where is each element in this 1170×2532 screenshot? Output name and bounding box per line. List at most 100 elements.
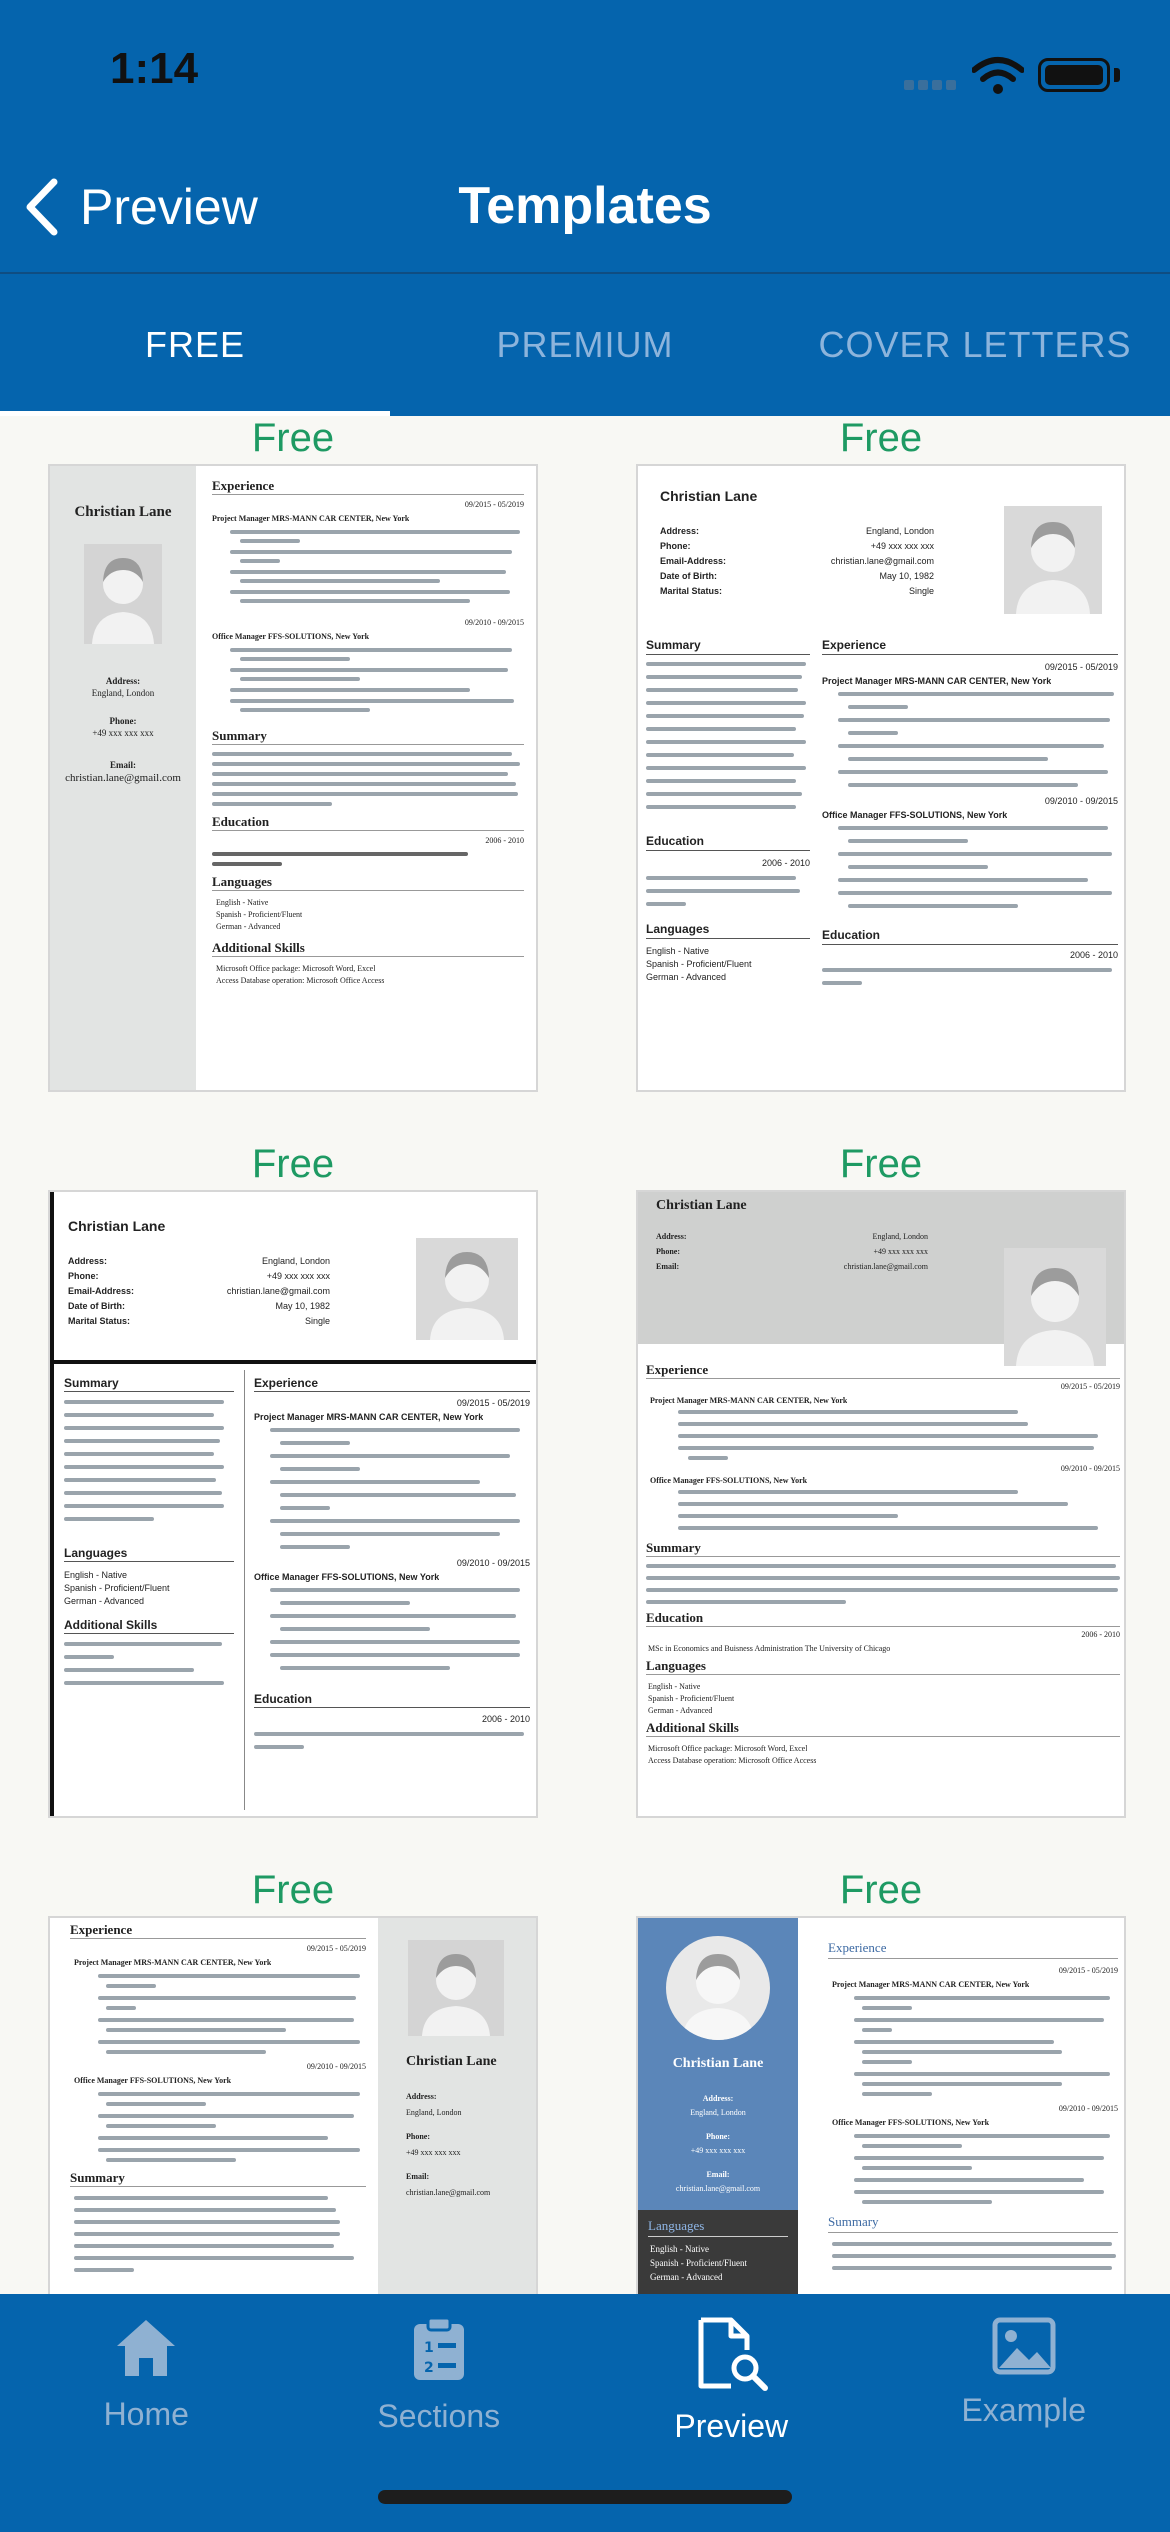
info-value: May 10, 1982 <box>275 1301 330 1311</box>
avatar <box>1004 1248 1106 1366</box>
text-line <box>862 2050 1062 2054</box>
avatar <box>666 1936 770 2040</box>
text-line <box>646 753 794 757</box>
text-line <box>646 1600 846 1604</box>
info-label: Marital Status: <box>660 586 723 596</box>
info-value: England, London <box>690 2108 746 2117</box>
job-title: Project Manager MRS-MANN CAR CENTER, New… <box>74 1958 272 1967</box>
job-title: Office Manager FFS-SOLUTIONS, New York <box>212 632 370 641</box>
bottom-nav-example[interactable]: Example <box>878 2294 1170 2474</box>
job-title: Office Manager FFS-SOLUTIONS, New York <box>74 2076 232 2085</box>
bottom-nav-home[interactable]: Home <box>0 2294 293 2474</box>
edu-dates: 2006 - 2010 <box>481 1714 530 1724</box>
svg-text:1: 1 <box>424 2340 434 2356</box>
text-line <box>280 1666 450 1670</box>
info-label: Email-Address: <box>68 1286 135 1296</box>
info-label: Phone: <box>68 1271 99 1281</box>
svg-text:2: 2 <box>424 2360 434 2376</box>
tab-premium[interactable]: PREMIUM <box>390 274 780 416</box>
text-line <box>230 530 520 534</box>
text-line <box>854 2134 1110 2138</box>
text-line <box>832 2254 1116 2258</box>
text-line <box>64 1426 224 1430</box>
text-line <box>230 648 512 652</box>
text-line <box>848 839 968 843</box>
skill-item: Access Database operation: Microsoft Off… <box>216 976 385 985</box>
info-value: christian.lane@gmail.com <box>675 2184 761 2193</box>
text-line <box>98 1996 356 2000</box>
template-card-4[interactable]: Christian Lane Address: Phone: Email: En… <box>636 1190 1126 1818</box>
section-heading: Experience <box>828 1940 887 1955</box>
text-line <box>646 701 806 705</box>
skill-item: Microsoft Office package: Microsoft Word… <box>648 1744 808 1753</box>
text-line <box>270 1640 520 1644</box>
template-card-3[interactable]: Christian Lane Address: Phone: Email-Add… <box>48 1190 538 1818</box>
job-dates: 09/2015 - 05/2019 <box>464 500 524 509</box>
text-line <box>280 1467 360 1471</box>
section-heading: Summary <box>646 1540 701 1555</box>
tab-free[interactable]: FREE <box>0 274 390 416</box>
text-line <box>270 1480 480 1484</box>
section-heading: Additional Skills <box>64 1618 158 1632</box>
text-line <box>74 2268 134 2272</box>
info-label: Address: <box>702 2094 734 2103</box>
language-item: Spanish - Proficient/Fluent <box>646 959 752 969</box>
info-value: May 10, 1982 <box>879 571 934 581</box>
text-line <box>254 1732 524 1736</box>
template-card-1[interactable]: Christian Lane Address: England, London … <box>48 464 538 1092</box>
template-6-label: Free <box>839 1868 923 1912</box>
info-label: Address: <box>68 1256 108 1266</box>
text-line <box>106 2102 206 2106</box>
text-line <box>838 718 1110 722</box>
page-title: Templates <box>458 177 712 235</box>
info-label: Marital Status: <box>68 1316 131 1326</box>
info-value: England, London <box>872 1232 928 1241</box>
text-line <box>854 2040 1054 2044</box>
edu-title: MSc in Economics and Buisness Administra… <box>648 1644 891 1653</box>
job-dates: 09/2015 - 05/2019 <box>1060 1382 1120 1391</box>
image-icon <box>992 2317 1056 2375</box>
text-line <box>646 740 806 744</box>
text-line <box>212 782 516 786</box>
text-line <box>64 1413 214 1417</box>
text-line <box>106 2124 216 2128</box>
section-heading: Languages <box>646 922 710 936</box>
language-item: German - Advanced <box>64 1596 145 1606</box>
document-search-icon <box>698 2317 769 2391</box>
job-title: Project Manager MRS-MANN CAR CENTER, New… <box>212 514 410 523</box>
text-line <box>270 1454 510 1458</box>
text-line <box>280 1506 330 1510</box>
text-line <box>270 1519 520 1523</box>
text-line <box>240 677 360 681</box>
text-line <box>240 708 370 712</box>
template-card-6[interactable]: Christian Lane Address: England, London … <box>636 1916 1126 2294</box>
divider <box>254 1707 530 1708</box>
text-line <box>106 1984 156 1988</box>
avatar <box>416 1238 518 1340</box>
text-line <box>854 1996 1110 2000</box>
template-card-5[interactable]: Christian Lane Address: England, London … <box>48 1916 538 2294</box>
text-line <box>862 2006 912 2010</box>
phone-value: +49 xxx xxx xxx <box>92 728 154 738</box>
text-line <box>646 805 796 809</box>
text-line <box>270 1588 520 1592</box>
info-label: Phone: <box>406 2132 430 2141</box>
text-line <box>646 876 796 880</box>
bottom-nav-preview[interactable]: Preview <box>585 2294 878 2474</box>
template-card-2[interactable]: Christian Lane Address: Phone: Email-Add… <box>636 464 1126 1092</box>
person-silhouette-icon <box>92 558 154 644</box>
skill-item: Access Database operation: Microsoft Off… <box>648 1756 817 1765</box>
text-line <box>838 826 1108 830</box>
bottom-nav-sections[interactable]: 1 2 Sections <box>293 2294 586 2474</box>
text-line <box>106 2050 266 2054</box>
text-line <box>98 1974 360 1978</box>
bottom-nav-label: Preview <box>674 2408 789 2444</box>
text-line <box>822 981 862 985</box>
divider <box>254 1391 530 1392</box>
info-value: England, London <box>261 1256 330 1266</box>
divider <box>648 2236 788 2237</box>
job-title: Office Manager FFS-SOLUTIONS, New York <box>832 2118 990 2127</box>
text-line <box>230 688 470 692</box>
tab-cover-letters[interactable]: COVER LETTERS <box>780 274 1170 416</box>
text-line <box>838 878 1088 882</box>
